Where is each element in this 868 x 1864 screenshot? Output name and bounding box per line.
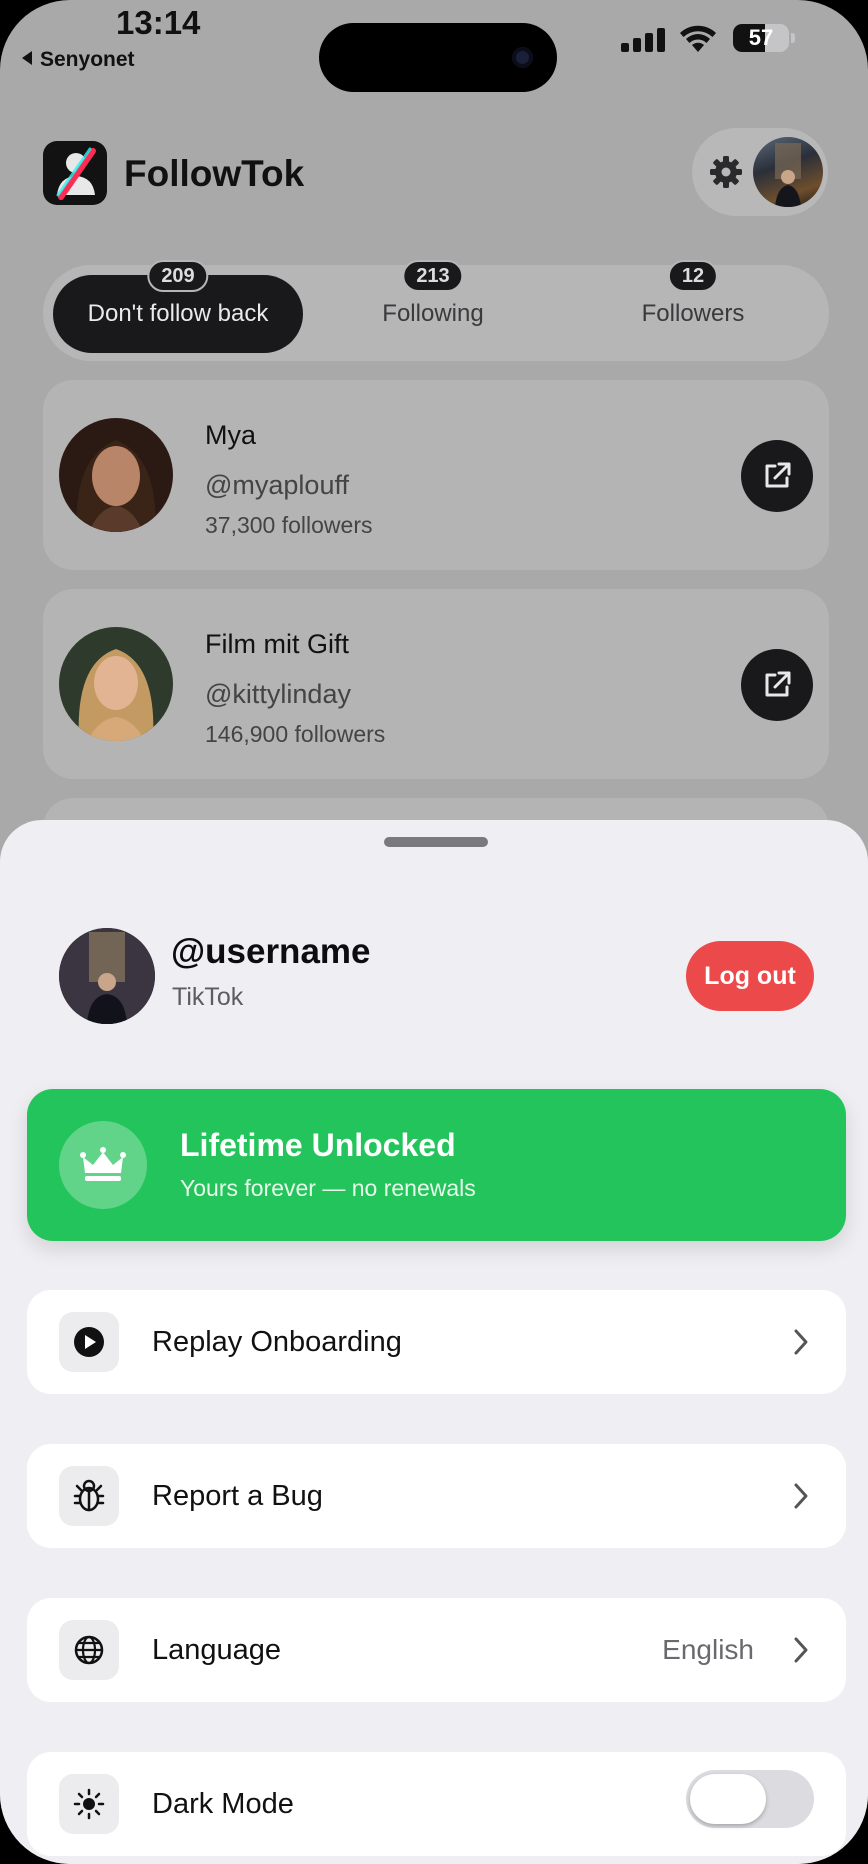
account-username: @username: [171, 932, 371, 971]
user-avatar: [59, 418, 173, 532]
account-avatar: [59, 928, 155, 1024]
globe-icon: [74, 1635, 104, 1665]
row-label: Dark Mode: [152, 1788, 294, 1820]
row-icon-box: [59, 1466, 119, 1526]
language-value: English: [662, 1634, 754, 1665]
battery-icon: 57: [733, 24, 789, 52]
chevron-right-icon: [794, 1483, 808, 1509]
toggle-knob: [690, 1774, 766, 1824]
bug-icon: [73, 1479, 105, 1512]
user-name: Film mit Gift: [205, 629, 349, 659]
chevron-right-icon: [794, 1637, 808, 1663]
replay-onboarding-row[interactable]: Replay Onboarding: [27, 1290, 846, 1394]
user-follower-count: 146,900 followers: [205, 721, 386, 747]
tab-label: Don't follow back: [87, 300, 269, 327]
logout-button[interactable]: Log out: [686, 941, 814, 1011]
back-app-label: Senyonet: [40, 48, 135, 71]
chevron-right-icon: [794, 1329, 808, 1355]
cellular-signal-icon: [621, 28, 665, 52]
external-link-icon: [765, 462, 791, 488]
filter-tabs: 209 Don't follow back 213 Following 12 F…: [43, 260, 829, 361]
user-follower-count: 37,300 followers: [205, 512, 373, 538]
user-card[interactable]: Mya @myaplouff 37,300 followers: [43, 380, 829, 570]
user-card[interactable]: Film mit Gift @kittylinday 146,900 follo…: [43, 589, 829, 779]
app-logo: [43, 141, 107, 205]
row-label: Replay Onboarding: [152, 1326, 402, 1358]
status-time: 13:14: [116, 4, 201, 41]
tab-label: Followers: [641, 300, 745, 327]
dark-mode-row: Dark Mode: [27, 1752, 846, 1856]
dynamic-island: [319, 23, 557, 92]
report-bug-row[interactable]: Report a Bug: [27, 1444, 846, 1548]
battery-tip: [791, 33, 795, 43]
user-avatar: [59, 627, 173, 741]
row-label: Language: [152, 1634, 282, 1666]
row-icon-box: [59, 1312, 119, 1372]
crown-icon: [80, 1147, 126, 1181]
logo-mark-icon: [56, 147, 96, 200]
battery-percent: 57: [748, 25, 774, 50]
tab-following[interactable]: 213 Following: [308, 260, 558, 353]
profile-avatar-button[interactable]: [753, 137, 823, 207]
play-icon: [74, 1327, 104, 1357]
row-icon-box: [59, 1620, 119, 1680]
tab-count-badge: 209: [147, 260, 209, 292]
header-actions: [692, 128, 828, 216]
crown-badge: [59, 1121, 147, 1209]
tab-count-badge: 12: [667, 260, 719, 292]
user-handle: @myaplouff: [205, 470, 349, 500]
user-handle: @kittylinday: [205, 679, 351, 709]
row-label: Report a Bug: [152, 1480, 323, 1512]
sun-icon: [73, 1788, 105, 1820]
open-profile-button[interactable]: [741, 649, 813, 721]
gear-icon[interactable]: [708, 154, 744, 190]
tab-label: Following: [382, 300, 484, 327]
dark-mode-toggle[interactable]: [686, 1770, 814, 1828]
unlock-subtitle: Yours forever — no renewals: [180, 1175, 476, 1201]
back-to-app-link[interactable]: Senyonet: [22, 48, 135, 72]
avatar-photo: [775, 143, 801, 207]
language-row[interactable]: Language English: [27, 1598, 846, 1702]
tab-dont-follow-back[interactable]: 209 Don't follow back: [53, 260, 303, 353]
sheet-drag-handle[interactable]: [384, 837, 488, 847]
external-link-icon: [765, 671, 791, 697]
open-profile-button[interactable]: [741, 440, 813, 512]
row-icon-box: [59, 1774, 119, 1834]
wifi-icon: [680, 25, 716, 52]
account-sheet: @username TikTok Log out Lifetime Unlock…: [0, 820, 868, 1864]
account-platform: TikTok: [172, 983, 244, 1011]
tab-count-badge: 213: [402, 260, 464, 292]
back-triangle-icon: [22, 51, 32, 66]
phone-screen: 13:14 Senyonet 57 FollowTok 209 Don't fo…: [0, 0, 868, 1864]
lifetime-unlocked-banner: Lifetime Unlocked Yours forever — no ren…: [27, 1089, 846, 1241]
user-name: Mya: [205, 420, 257, 450]
tab-followers[interactable]: 12 Followers: [568, 260, 818, 353]
unlock-title: Lifetime Unlocked: [180, 1127, 456, 1163]
app-title: FollowTok: [124, 153, 305, 194]
camera-icon: [512, 47, 533, 68]
